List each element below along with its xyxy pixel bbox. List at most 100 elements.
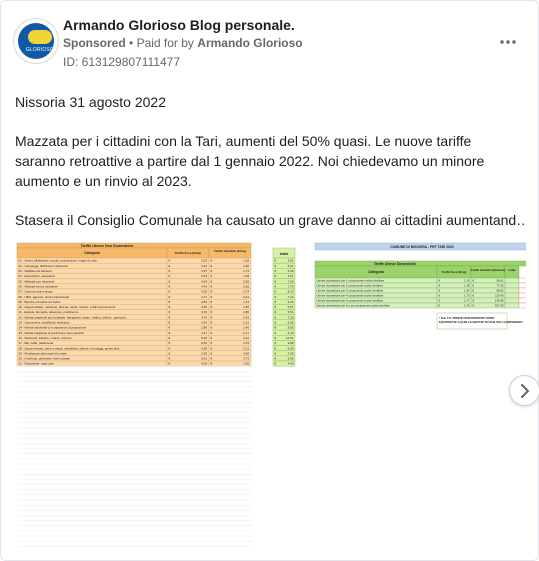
middle-table-value: 6,59 xyxy=(288,346,294,350)
right-table-value-variabile: 157,30 xyxy=(495,304,504,308)
paid-for-by-name[interactable]: Armando Glorioso xyxy=(197,36,302,50)
left-table-col-variabile: Tariffa Variabile (€/mq) xyxy=(214,249,246,253)
middle-table-value: 7,70 xyxy=(288,284,294,288)
ad-id: ID: 613129807111477 xyxy=(63,55,180,69)
avatar-logo: GLORIOSO xyxy=(18,23,54,59)
middle-table-value: 5,51 xyxy=(288,310,294,314)
right-table-cell-totale xyxy=(504,282,520,289)
right-table-cell-extra xyxy=(518,277,526,284)
left-table-value-variabile: 2,26 xyxy=(243,284,249,288)
middle-table-value: 7,19 xyxy=(288,315,294,319)
paid-for-by-prefix: Paid for by xyxy=(136,36,194,50)
left-table-cell-categoria: 14 - Attività industriali con capannoni … xyxy=(19,326,87,330)
left-table-value-fissa: 2,83 xyxy=(201,300,207,304)
right-table-value-fissa: 1,54 xyxy=(464,289,470,293)
right-table-cell-categoria: Utenze domestiche per 1 componente nucle… xyxy=(317,279,385,283)
right-table-cell-totale xyxy=(504,302,520,309)
left-table-cell-categoria: 21 - Discoteche, night club xyxy=(19,362,55,366)
right-table-cell-categoria: Utenze domestiche per 2 componenti nucle… xyxy=(317,284,384,288)
middle-table-title: totale xyxy=(280,252,289,256)
left-table-value-fissa: 3,37 xyxy=(201,269,207,273)
right-table-cell-categoria: Utenze domestiche per 5 componenti nucle… xyxy=(317,299,384,303)
left-table-cell-categoria: 19 - Plurilicenze alimentari e/o miste xyxy=(19,351,68,355)
right-table-note-line2: EQUIPARATE A QUELLE ABITATE DA DUE SOLI … xyxy=(439,320,523,324)
page-name-link[interactable]: Armando Glorioso Blog personale. xyxy=(63,16,295,34)
left-table-cell-categoria: 15 - Attività artigianali di produzione … xyxy=(19,331,85,335)
more-options-button[interactable] xyxy=(497,33,519,49)
right-table-heading: COMUNE DI NISSORIA - PEF TARI 2022 xyxy=(390,245,453,249)
ad-image[interactable]: Tariffe Utenze Non Domestiche Categoria Ta… xyxy=(15,239,526,553)
middle-table-value: 12,51 xyxy=(286,336,294,340)
left-table-value-fissa: 3,32 xyxy=(201,264,207,268)
left-table-cell-categoria: 17 - Bar, caffè, pasticceria xyxy=(19,341,54,345)
right-table-cell-categoria: Utenze domestiche per 6 o più componenti… xyxy=(317,304,391,308)
left-table-value-fissa: 4,76 xyxy=(201,315,207,319)
left-table-value-fissa: 4,54 xyxy=(201,321,207,325)
middle-table-value: 9,65 xyxy=(288,357,294,361)
left-table-value-variabile: 2,21 xyxy=(243,321,249,325)
right-table-col-variabile: Tariffa Variabile (€/utenza) xyxy=(471,268,506,272)
left-table-value-variabile: 3,73 xyxy=(243,357,249,361)
right-table-value-fissa: 1,18 xyxy=(464,279,470,283)
left-table-value-variabile: 1,86 xyxy=(243,310,249,314)
middle-table-value: 3,51 xyxy=(288,274,294,278)
right-table-value-fissa: 1,73 xyxy=(464,294,470,298)
post-paragraph-truncated[interactable]: Stasera il Consiglio Comunale ha causato… xyxy=(15,210,525,230)
left-table-value-fissa: 2,86 xyxy=(201,326,207,330)
right-table-cell-categoria: Utenze domestiche per 4 componenti nucle… xyxy=(317,294,384,298)
left-table-cell-categoria: 18 - Supermercato, pane e pasta, macelle… xyxy=(19,346,121,350)
left-table-value-fissa: 2,59 xyxy=(201,351,207,355)
right-table-value-variabile: 99,02 xyxy=(497,289,504,293)
left-table-cell-categoria: 08 - Uffici, agenzie, studi professional… xyxy=(19,295,70,299)
left-table-value-variabile: 1,18 xyxy=(243,259,249,263)
right-table-cell-categoria: Utenze domestiche per 3 componenti nucle… xyxy=(317,289,384,293)
left-table-cell-categoria: 16 - Ristoranti, trattorie, osterie, piz… xyxy=(19,336,73,340)
sponsored-meta: Sponsored • Paid for by Armando Glorioso xyxy=(63,36,303,51)
middle-table-value: 5,01 xyxy=(288,264,294,268)
middle-table-value: 7,12 xyxy=(288,295,294,299)
middle-table-value: 7,00 xyxy=(288,279,294,283)
avatar-label: GLORIOSO xyxy=(25,47,55,53)
left-table-value-variabile: 1,86 xyxy=(243,305,249,309)
left-table-value-variabile: 1,60 xyxy=(243,264,249,268)
post-paragraph-date: Nissoria 31 agosto 2022 xyxy=(15,94,166,110)
right-table-cell-extra xyxy=(518,292,526,299)
left-table-title: Tariffe Utenze Non Domestiche xyxy=(81,244,134,248)
right-table-cell-extra xyxy=(518,302,526,309)
left-table-value-variabile: 2,41 xyxy=(243,295,249,299)
carousel-next-button[interactable] xyxy=(509,375,539,406)
left-table-value-variabile: 2,17 xyxy=(243,331,249,335)
meta-separator: • xyxy=(129,36,134,50)
right-table-cell-extra xyxy=(518,282,526,289)
left-table-cell-categoria: 05 - Alberghi con ristorante xyxy=(19,279,55,283)
right-table-cell-totale xyxy=(504,287,520,294)
left-table-value-variabile: 1,46 xyxy=(243,326,249,330)
left-table-cell-categoria: 11 - Edicola, farmacia, tabaccaio, pluri… xyxy=(19,310,79,314)
left-table-value-fissa: 4,38 xyxy=(201,346,207,350)
right-table-value-variabile: 139,48 xyxy=(495,299,504,303)
avatar[interactable]: GLORIOSO xyxy=(13,18,59,64)
left-table-cell-categoria: 13 - Carrozzeria, autofficina, elettraut… xyxy=(19,321,70,325)
right-table-value-variabile: 77,05 xyxy=(497,284,504,288)
middle-table-value: 4,24 xyxy=(288,300,294,304)
left-table-value-fissa: 4,71 xyxy=(201,295,207,299)
middle-table-value: 9,89 xyxy=(288,341,294,345)
middle-table-value: 8,13 xyxy=(288,290,294,294)
middle-table-value: 3,51 xyxy=(288,259,294,263)
left-table-cell-categoria: 06 - Alberghi senza ristorante xyxy=(19,284,58,288)
left-table-value-variabile: 4,22 xyxy=(243,336,249,340)
right-table-col-fissa: Tariffa fissa (€/mq) xyxy=(442,270,467,274)
left-table-value-variabile: 2,26 xyxy=(243,279,249,283)
left-table-value-variabile: 1,18 xyxy=(243,274,249,278)
chevron-right-icon xyxy=(520,383,529,398)
left-table-value-fissa: 8,29 xyxy=(201,336,207,340)
left-table-cell-categoria: 01 - Musei, biblioteche, scuole, associa… xyxy=(19,259,98,263)
left-table-value-fissa: 3,69 xyxy=(201,310,207,314)
left-table-value-fissa: 3,69 xyxy=(201,305,207,309)
left-table-cell-categoria: 03 - Stabilimenti balneari xyxy=(19,269,52,273)
left-table-value-fissa: 5,39 xyxy=(201,290,207,294)
left-table-value-variabile: 2,74 xyxy=(243,290,249,294)
sponsored-label[interactable]: Sponsored xyxy=(63,36,126,50)
left-table-cell-categoria: 04 - Esposizioni, autosaloni xyxy=(19,274,56,278)
left-table-col-fissa: Tariffa fissa (€/mq) xyxy=(175,251,201,255)
